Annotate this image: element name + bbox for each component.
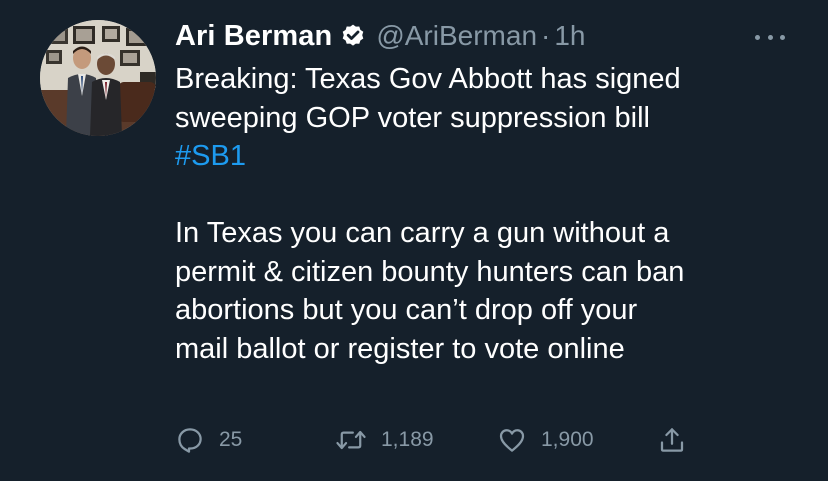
tweet-header: Ari Berman @AriBerman · 1h bbox=[175, 18, 586, 54]
tweet-text-line: permit & citizen bounty hunters can ban bbox=[175, 255, 685, 288]
share-button[interactable] bbox=[657, 425, 687, 455]
tweet[interactable]: Ari Berman @AriBerman · 1h Breaking: Tex… bbox=[0, 0, 828, 481]
like-button[interactable]: 1,900 bbox=[497, 425, 657, 455]
author-handle[interactable]: @AriBerman bbox=[376, 20, 537, 52]
avatar[interactable] bbox=[40, 20, 156, 136]
reply-count: 25 bbox=[219, 428, 243, 451]
like-icon bbox=[497, 425, 527, 455]
like-count: 1,900 bbox=[541, 428, 594, 451]
separator-dot: · bbox=[541, 20, 551, 51]
retweet-button[interactable]: 1,189 bbox=[335, 425, 497, 455]
tweet-text-line: sweeping GOP voter suppression bill bbox=[175, 101, 650, 134]
author-name[interactable]: Ari Berman bbox=[175, 20, 332, 53]
tweet-text: Breaking: Texas Gov Abbott has signed sw… bbox=[175, 60, 805, 368]
share-icon bbox=[657, 425, 687, 455]
tweet-text-line: In Texas you can carry a gun without a bbox=[175, 217, 670, 249]
retweet-icon bbox=[335, 425, 367, 455]
tweet-timestamp[interactable]: 1h bbox=[554, 20, 585, 52]
tweet-actions: 25 1,189 1,900 bbox=[175, 420, 687, 460]
reply-icon bbox=[175, 425, 205, 455]
tweet-text-line: abortions but you can’t drop off your bbox=[175, 294, 638, 326]
reply-button[interactable]: 25 bbox=[175, 425, 335, 455]
verified-badge-icon bbox=[340, 23, 366, 49]
hashtag-link[interactable]: #SB1 bbox=[175, 137, 805, 176]
retweet-count: 1,189 bbox=[381, 428, 434, 451]
tweet-text-line: Breaking: Texas Gov Abbott has signed bbox=[175, 63, 681, 95]
more-options-icon[interactable] bbox=[755, 30, 785, 44]
tweet-text-line: mail ballot or register to vote online bbox=[175, 332, 625, 365]
